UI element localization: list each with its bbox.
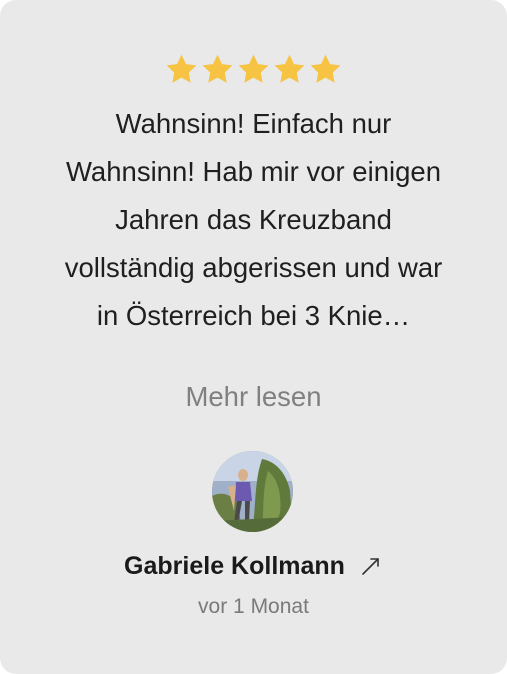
star-icon [272,52,307,87]
star-icon [236,52,271,87]
star-icon [164,52,199,87]
star-icon [200,52,235,87]
review-date: vor 1 Monat [198,595,309,618]
author-row: Gabriele Kollmann [0,548,507,584]
avatar [212,451,293,532]
read-more-link[interactable]: Mehr lesen [0,376,507,418]
author-name: Gabriele Kollmann [124,552,345,580]
review-text: Wahnsinn! Einfach nur Wahnsinn! Hab mir … [64,108,443,331]
review-card: Wahnsinn! Einfach nur Wahnsinn! Hab mir … [0,0,507,674]
star-icon [308,52,343,87]
external-link-icon[interactable] [359,554,383,578]
star-rating [0,52,507,87]
